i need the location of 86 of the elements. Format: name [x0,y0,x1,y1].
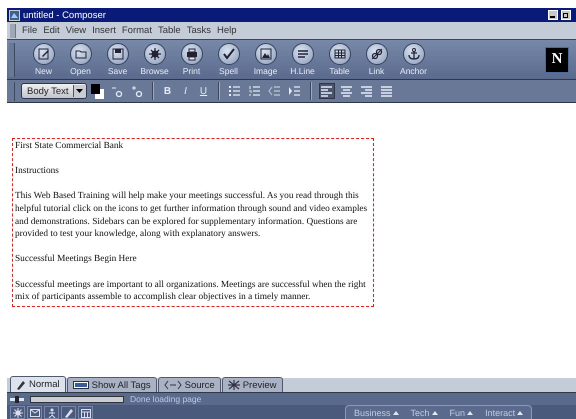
taskbar-button[interactable] [27,406,42,419]
menu-item[interactable]: Insert [92,25,116,36]
pencil-icon [16,380,26,390]
tag-icon [72,380,89,390]
person-icon [46,408,56,418]
paragraph-style-dropdown[interactable]: Body Text [21,83,87,99]
calendar-icon [80,408,90,418]
quick-link[interactable]: Business [354,408,399,418]
picture-icon [258,47,272,61]
envelope-icon [30,408,40,418]
menu-item[interactable]: Help [216,25,237,36]
color-swatch-icon [91,84,104,98]
toolbar-button[interactable]: New [25,43,62,76]
quick-link[interactable]: Tech [410,408,438,418]
toolbar-button[interactable]: H.Line [284,43,321,76]
text-style-button[interactable]: B [160,86,175,96]
list-button[interactable] [226,83,243,99]
grip-handle[interactable] [9,42,15,76]
taskbar-button[interactable] [10,406,25,419]
smaller-font-icon [110,85,123,97]
taskbar-button[interactable] [44,406,59,419]
toolbar-button[interactable]: Image [247,43,284,76]
restore-button[interactable] [561,10,571,20]
paragraph: This Web Based Training will help make your meetings successful. As you read through this helpful tutorial click on the icons to get further information through sound and video examples and demonstrations. Sidebars can be explored for supplementary information. Questions are provided to test your knowledge, along with explanatory answers. [15,190,368,241]
toolbar-button[interactable]: Anchor [395,43,432,76]
larger-font-icon [130,85,143,97]
menu-item[interactable]: Tasks [186,25,211,36]
restore-icon [563,12,569,18]
paragraph: First State Commercial Bank [15,140,124,153]
toolbar-button[interactable]: Table [321,43,358,76]
checkmark-icon [222,47,236,61]
menu-item[interactable]: View [66,25,86,36]
connection-icon [10,396,24,402]
text-color-button[interactable] [90,83,105,99]
view-tab[interactable]: Normal [10,376,66,392]
align-button[interactable] [318,83,335,99]
logo[interactable]: N [545,46,569,72]
caret-icon [76,89,84,93]
taskbar-button[interactable] [78,406,93,419]
quick-link[interactable]: Interact [485,408,524,418]
menu-item[interactable]: Table [158,25,181,36]
toolbar-button[interactable]: Open [62,43,99,76]
view-tab[interactable]: Source [158,377,221,392]
quick-link[interactable]: Fun [450,408,474,418]
printer-icon [184,47,198,61]
grid-icon [332,47,346,61]
menu-item[interactable]: Format [122,25,152,36]
gear-icon [148,47,162,61]
anchor-icon [406,47,420,61]
justify-icon [380,84,394,98]
indent-icon [288,85,302,97]
view-tab[interactable]: Show All Tags [66,377,157,392]
view-tab[interactable]: Preview [222,377,283,392]
toolbar-button[interactable]: Browse [136,43,173,76]
pencil-icon [64,408,74,418]
align-center-icon [340,84,354,98]
outdent-icon [268,85,282,97]
text-style-button[interactable]: I [178,86,193,96]
text-style-button[interactable]: U [196,86,211,96]
align-left-icon [320,84,334,98]
paragraph: Successful Meetings Begin Here [15,253,138,266]
paragraph: Successful meetings are important to all organizations. Meetings are successful when the right mix of participants assemble to accomplish clear objectives in a timely manner. [15,278,367,304]
grip-handle[interactable] [10,24,16,38]
spark-icon [228,380,240,390]
status-message: Done loading page [130,394,202,404]
up-arrow-icon [517,410,524,414]
toolbar-button[interactable]: Print [173,43,210,76]
menu-item[interactable]: File [22,25,38,36]
up-arrow-icon [467,410,474,414]
taskbar-button[interactable] [61,406,76,419]
toolbar-button[interactable]: Save [99,43,136,76]
menu-item[interactable]: Edit [43,25,60,36]
gear-icon [12,408,22,418]
toolbar-button[interactable]: Link [358,43,395,76]
minimize-button[interactable] [548,10,558,20]
pencil-icon [36,47,50,61]
up-arrow-icon [432,410,438,414]
numbered-list-icon [248,85,262,97]
code-brackets-icon [164,380,182,390]
bullet-list-icon [228,85,242,97]
link-icon [370,47,384,61]
align-right-icon [360,84,374,98]
paragraph: Instructions [15,165,60,178]
toolbar-button[interactable]: Spell [210,43,247,76]
window-title: untitled - Composer [23,10,106,20]
up-arrow-icon [392,410,399,414]
